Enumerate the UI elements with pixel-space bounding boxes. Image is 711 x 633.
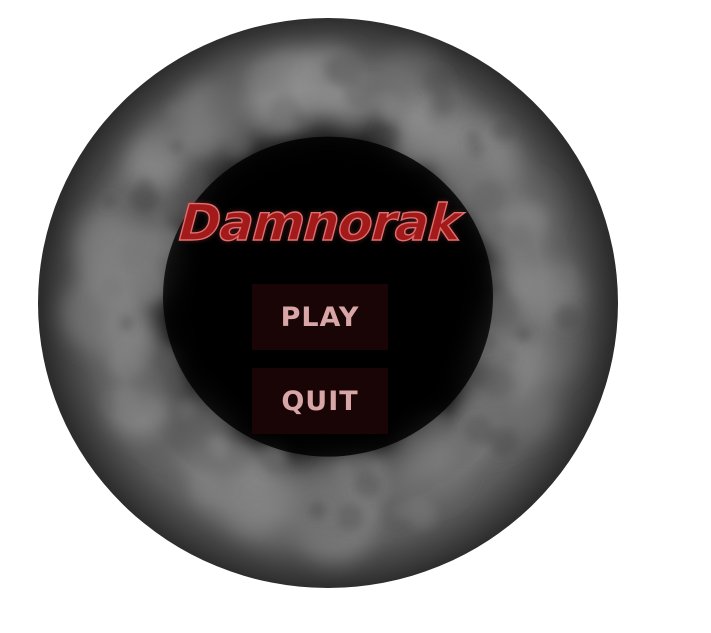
smoke-ring-background: Damnorak PLAY QUIT: [38, 18, 618, 588]
game-screen: Damnorak PLAY QUIT: [0, 0, 711, 633]
quit-button[interactable]: QUIT: [252, 368, 388, 434]
play-button[interactable]: PLAY: [252, 284, 388, 350]
game-title: Damnorak: [177, 193, 463, 252]
